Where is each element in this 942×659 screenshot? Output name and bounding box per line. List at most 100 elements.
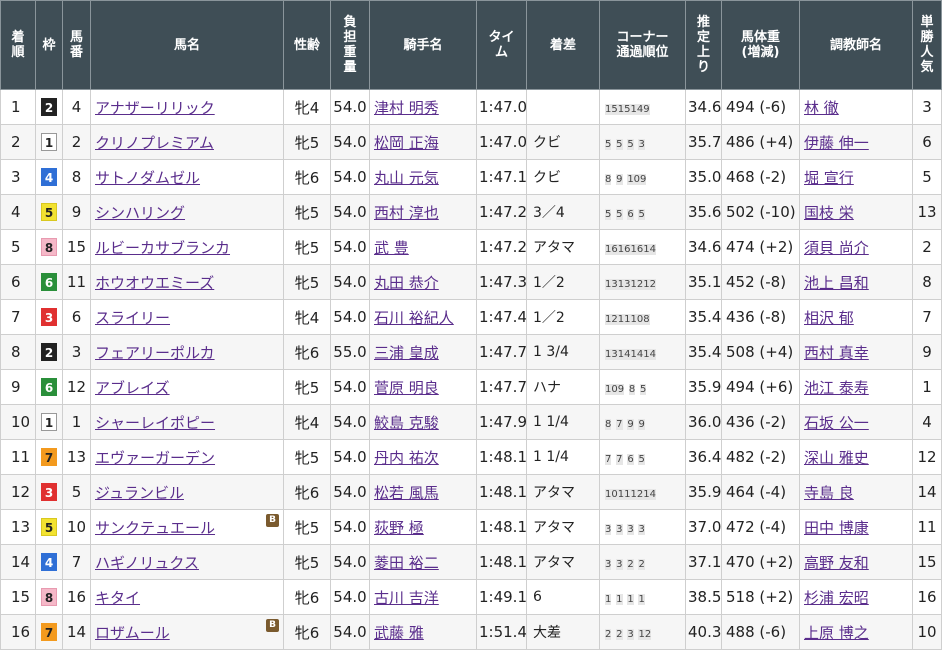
- trainer-link[interactable]: 高野 友和: [804, 554, 869, 572]
- body-weight-cell: 508 (+4): [721, 334, 800, 370]
- horse-name-link[interactable]: シャーレイポピー: [95, 414, 215, 432]
- header-trainer-line: 調教師名: [829, 37, 882, 53]
- trainer-link[interactable]: 池上 昌和: [804, 274, 869, 292]
- margin-cell: 6: [526, 579, 600, 615]
- horse-name-link[interactable]: ジュランビル: [95, 484, 184, 502]
- header-rank-line: 着: [11, 30, 25, 45]
- jockey-link[interactable]: 武藤 雅: [374, 624, 424, 642]
- horse-name-link[interactable]: サトノダムゼル: [95, 169, 200, 187]
- time-cell: 1:48.1: [476, 509, 527, 545]
- body-weight-cell: 518 (+2): [721, 579, 800, 615]
- horse-name-link[interactable]: ルビーカサブランカ: [95, 239, 230, 257]
- header-jockey: 騎手名: [369, 0, 477, 90]
- jockey-link[interactable]: 鮫島 克駿: [374, 414, 439, 432]
- sex-age-cell: 牝6: [283, 334, 331, 370]
- horse-number-cell: 12: [62, 369, 91, 405]
- body-weight-cell: 436 (-2): [721, 404, 800, 440]
- horse-name-cell: アナザーリリック: [90, 89, 284, 125]
- time-cell: 1:48.1: [476, 439, 527, 475]
- table-row: 14 4 7 ハギノリュクス 牝5 54.0 菱田 裕二 1:48.1 アタマ 3 3 2 2 37…: [0, 544, 942, 580]
- jockey-link[interactable]: 武 豊: [374, 239, 409, 257]
- sex-age-cell: 牝5: [283, 509, 331, 545]
- corner-order-cell: 5 5 6 5: [599, 194, 686, 230]
- waku-badge: 6: [41, 378, 57, 396]
- trainer-link[interactable]: 須貝 尚介: [804, 239, 869, 257]
- carried-weight-cell: 54.0: [330, 159, 370, 195]
- corner-position: 10: [630, 314, 644, 325]
- trainer-link[interactable]: 深山 雅史: [804, 449, 869, 467]
- jockey-link[interactable]: 松若 風馬: [374, 484, 439, 502]
- jockey-link[interactable]: 丸山 元気: [374, 169, 439, 187]
- jockey-link[interactable]: 丹内 祐次: [374, 449, 439, 467]
- trainer-link[interactable]: 池江 泰寿: [804, 379, 869, 397]
- horse-name-link[interactable]: クリノプレミアム: [95, 134, 214, 152]
- horse-name-link[interactable]: サンクテュエール: [95, 519, 215, 537]
- time-cell: 1:47.4: [476, 299, 527, 335]
- time-cell: 1:47.0: [476, 89, 527, 125]
- waku-badge: 5: [41, 203, 57, 221]
- jockey-link[interactable]: 菅原 明良: [374, 379, 439, 397]
- jockey-link[interactable]: 津村 明秀: [374, 99, 439, 117]
- trainer-link[interactable]: 伊藤 伸一: [804, 134, 869, 152]
- jockey-link[interactable]: 三浦 皇成: [374, 344, 439, 362]
- header-margin: 着差: [526, 0, 600, 90]
- body-weight-cell: 502 (-10): [721, 194, 800, 230]
- horse-name-cell: シンハリング: [90, 194, 284, 230]
- carried-weight-cell: 54.0: [330, 264, 370, 300]
- trainer-link[interactable]: 杉浦 宏昭: [804, 589, 869, 607]
- horse-name-link[interactable]: キタイ: [95, 589, 140, 607]
- trainer-link[interactable]: 寺島 良: [804, 484, 854, 502]
- horse-name-cell: ルビーカサブランカ: [90, 229, 284, 265]
- corner-order-cell: 10111214: [599, 474, 686, 510]
- waku-badge: 2: [41, 98, 57, 116]
- jockey-cell: 丸田 恭介: [369, 264, 477, 300]
- jockey-cell: 丸山 元気: [369, 159, 477, 195]
- horse-name-link[interactable]: フェアリーポルカ: [95, 344, 215, 362]
- trainer-link[interactable]: 相沢 郁: [804, 309, 854, 327]
- time-cell: 1:49.1: [476, 579, 527, 615]
- sex-age-cell: 牝4: [283, 404, 331, 440]
- jockey-link[interactable]: 石川 裕紀人: [374, 309, 454, 327]
- horse-name-link[interactable]: アブレイズ: [95, 379, 170, 397]
- horse-number-cell: 14: [62, 614, 91, 650]
- corner-position: 16: [630, 244, 644, 255]
- jockey-link[interactable]: 荻野 極: [374, 519, 424, 537]
- trainer-link[interactable]: 西村 真幸: [804, 344, 869, 362]
- corner-order-cell: 2 2 3 12: [599, 614, 686, 650]
- header-last-line: 上: [696, 45, 710, 60]
- trainer-link[interactable]: 石坂 公一: [804, 414, 869, 432]
- trainer-cell: 西村 真幸: [799, 334, 913, 370]
- header-body-line: 馬体重: [740, 30, 780, 45]
- corner-position: 3: [638, 139, 645, 150]
- jockey-link[interactable]: 西村 淳也: [374, 204, 439, 222]
- corner-position: 6: [627, 454, 634, 465]
- jockey-link[interactable]: 丸田 恭介: [374, 274, 439, 292]
- last-3f-cell: 35.4: [685, 299, 722, 335]
- trainer-link[interactable]: 上原 博之: [804, 624, 869, 642]
- corner-order-cell: 5 5 5 3: [599, 124, 686, 160]
- corner-position: 5: [616, 139, 623, 150]
- waku-cell: 8: [35, 229, 63, 265]
- header-num-line: 番: [69, 45, 83, 60]
- header-pop-line: 人: [920, 45, 934, 60]
- horse-name-link[interactable]: ロザムール: [95, 624, 170, 642]
- corner-position: 14: [643, 349, 656, 360]
- trainer-link[interactable]: 国枝 栄: [804, 204, 854, 222]
- trainer-link[interactable]: 田中 博康: [804, 519, 869, 537]
- corner-position: 12: [630, 279, 644, 290]
- sex-age-cell: 牝5: [283, 264, 331, 300]
- trainer-link[interactable]: 林 徹: [804, 99, 839, 117]
- jockey-link[interactable]: 古川 吉洋: [374, 589, 439, 607]
- corner-order-cell: 1 1 1 1: [599, 579, 686, 615]
- horse-name-link[interactable]: ホウオウエミーズ: [95, 274, 214, 292]
- horse-name-link[interactable]: エヴァーガーデン: [95, 449, 215, 467]
- trainer-link[interactable]: 堀 宣行: [804, 169, 854, 187]
- horse-name-link[interactable]: ハギノリュクス: [95, 554, 199, 572]
- horse-name-link[interactable]: シンハリング: [95, 204, 185, 222]
- horse-name-link[interactable]: スライリー: [95, 309, 170, 327]
- carried-weight-cell: 54.0: [330, 89, 370, 125]
- horse-name-link[interactable]: アナザーリリック: [95, 99, 215, 117]
- jockey-link[interactable]: 松岡 正海: [374, 134, 439, 152]
- waku-cell: 7: [35, 614, 63, 650]
- jockey-link[interactable]: 菱田 裕二: [374, 554, 439, 572]
